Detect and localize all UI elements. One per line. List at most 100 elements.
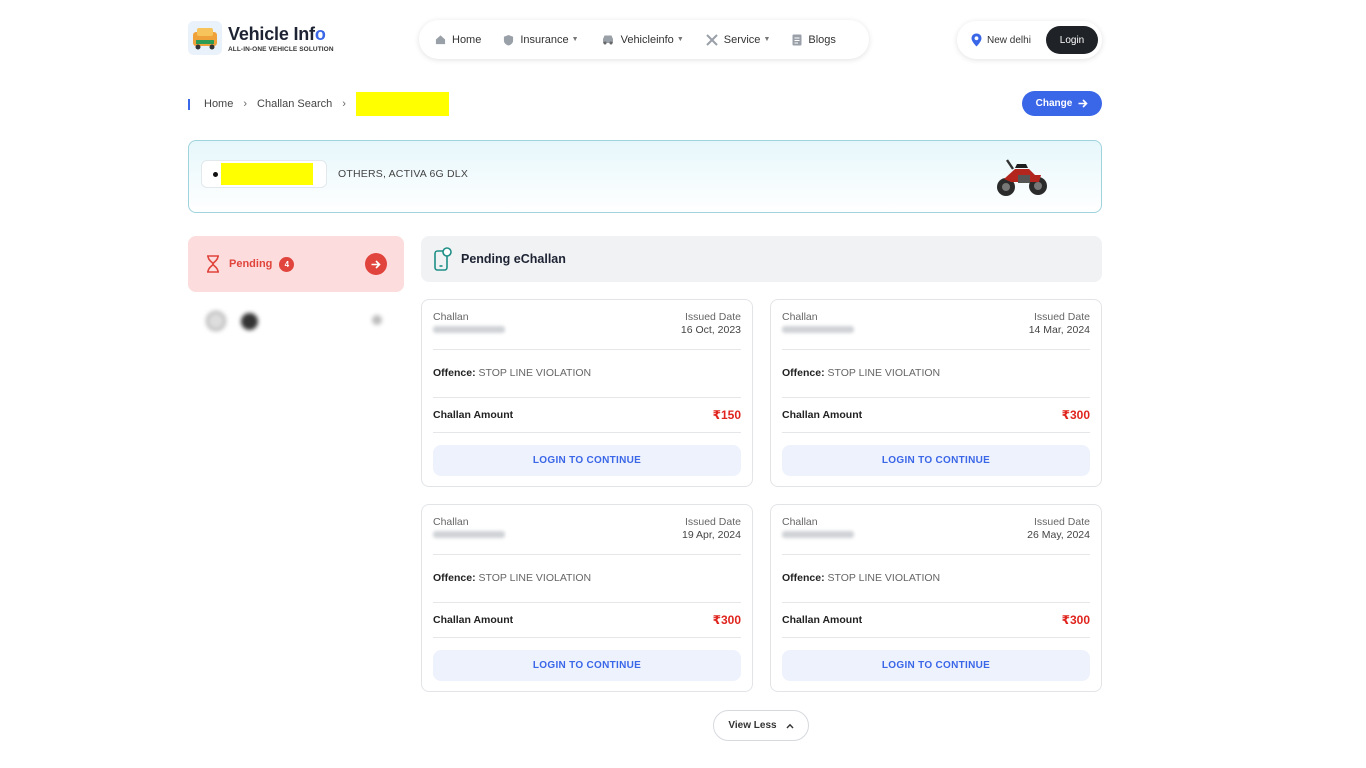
- challan-card: Challan Issued Date 26 May, 2024 Offence…: [770, 504, 1102, 692]
- chevron-right-icon: ›: [342, 98, 346, 110]
- pending-echallan-header: Pending eChallan: [421, 236, 1102, 282]
- chevron-down-icon: ▼: [676, 36, 684, 43]
- motorcycle-icon: [997, 159, 1047, 196]
- divider: [433, 349, 741, 350]
- divider: [433, 554, 741, 555]
- tools-icon: [706, 33, 718, 46]
- vehicle-banner: OTHERS, ACTIVA 6G DLX: [188, 140, 1102, 213]
- challan-card: Challan Issued Date 16 Oct, 2023 Offence…: [421, 299, 753, 487]
- divider: [782, 349, 1090, 350]
- nav-label: Home: [452, 33, 482, 46]
- issued-date-value: 16 Oct, 2023: [680, 324, 741, 336]
- breadcrumb-home[interactable]: Home: [204, 98, 233, 110]
- nav-item-home[interactable]: Home: [435, 34, 481, 46]
- divider: [782, 554, 1090, 555]
- car-logo-icon: [188, 21, 222, 55]
- shield-icon: [504, 34, 514, 45]
- divider: [433, 637, 741, 638]
- paid-count-badge-blurred: [241, 312, 258, 330]
- redacted-vehicle-number: [355, 92, 449, 116]
- vehicle-plate: [201, 160, 327, 188]
- challan-amount-label: Challan Amount: [782, 614, 863, 626]
- chevron-up-icon: [786, 723, 794, 728]
- divider: [782, 397, 1090, 398]
- nav-label: Insurance: [520, 33, 569, 46]
- issued-date-label: Issued Date: [1033, 311, 1090, 323]
- nav-label: Vehicleinfo: [620, 33, 674, 46]
- challan-label: Challan: [782, 516, 818, 528]
- arrow-right-icon[interactable]: [365, 253, 387, 275]
- challan-card: Challan Issued Date 19 Apr, 2024 Offence…: [421, 504, 753, 692]
- challan-amount-value: ₹150: [712, 408, 741, 422]
- challan-number-blurred: [433, 326, 505, 333]
- challan-number-blurred: [782, 531, 854, 538]
- tab-paid-blurred[interactable]: [188, 306, 404, 336]
- location-pin-icon: [971, 33, 982, 47]
- car-icon: [602, 35, 613, 45]
- nav-label: Blogs: [808, 33, 836, 46]
- login-to-continue-button[interactable]: LOGIN TO CONTINUE: [782, 445, 1090, 476]
- hourglass-icon: [207, 255, 219, 273]
- nav-item-vehicleinfo[interactable]: Vehicleinfo ▼: [601, 34, 684, 46]
- challan-number-blurred: [782, 326, 854, 333]
- issued-date-label: Issued Date: [1033, 516, 1090, 528]
- challan-amount-label: Challan Amount: [782, 409, 863, 421]
- challan-amount-value: ₹300: [1061, 408, 1090, 422]
- blog-icon: [792, 34, 802, 45]
- divider: [433, 397, 741, 398]
- offence-row: Offence: STOP LINE VIOLATION: [433, 572, 592, 584]
- chevron-down-icon: ▼: [571, 36, 579, 43]
- pending-count-badge: 4: [279, 256, 295, 272]
- location-city[interactable]: New delhi: [987, 35, 1031, 46]
- arrow-right-icon: [372, 315, 382, 325]
- home-icon: [435, 35, 446, 45]
- offence-row: Offence: STOP LINE VIOLATION: [433, 367, 592, 379]
- chevron-right-icon: ›: [243, 98, 248, 110]
- arrow-right-icon: [1078, 99, 1088, 108]
- offence-row: Offence: STOP LINE VIOLATION: [782, 572, 941, 584]
- vehicle-model: OTHERS, ACTIVA 6G DLX: [338, 168, 469, 180]
- divider: [433, 432, 741, 433]
- nav-item-blogs[interactable]: Blogs: [792, 34, 836, 46]
- issued-date-value: 26 May, 2024: [1027, 529, 1090, 541]
- issued-date-label: Issued Date: [684, 516, 741, 528]
- divider: [782, 602, 1090, 603]
- breadcrumb-challan-search[interactable]: Challan Search: [257, 98, 332, 110]
- brand-tagline: ALL-IN-ONE VEHICLE SOLUTION: [228, 45, 334, 53]
- brand-name: Vehicle Info: [228, 23, 326, 44]
- divider: [782, 637, 1090, 638]
- plate-dot-icon: [213, 171, 218, 177]
- login-button[interactable]: Login: [1046, 26, 1098, 54]
- redacted-plate-number: [221, 163, 313, 185]
- login-to-continue-button[interactable]: LOGIN TO CONTINUE: [782, 650, 1090, 681]
- section-title: Pending eChallan: [461, 252, 566, 266]
- challan-label: Challan: [433, 516, 469, 528]
- change-vehicle-button[interactable]: Change: [1022, 91, 1102, 116]
- breadcrumb: Home › Challan Search ›: [188, 92, 449, 116]
- tab-pending-label: Pending: [229, 258, 273, 270]
- chevron-down-icon: ▼: [763, 36, 771, 43]
- login-to-continue-button[interactable]: LOGIN TO CONTINUE: [433, 650, 741, 681]
- issued-date-value: 14 Mar, 2024: [1028, 324, 1090, 336]
- challan-label: Challan: [782, 311, 818, 323]
- phone-challan-icon: [434, 247, 452, 271]
- divider: [782, 432, 1090, 433]
- nav-label: Service: [723, 33, 761, 46]
- challan-label: Challan: [433, 311, 469, 323]
- paid-status-icon: [206, 311, 226, 331]
- issued-date-label: Issued Date: [684, 311, 741, 323]
- challan-amount-value: ₹300: [712, 613, 741, 627]
- nav-item-insurance[interactable]: Insurance ▼: [503, 33, 579, 46]
- main-nav: Home Insurance ▼ Vehicleinfo ▼ Service ▼ Bl…: [419, 20, 869, 59]
- challan-amount-label: Challan Amount: [433, 409, 514, 421]
- offence-row: Offence: STOP LINE VIOLATION: [782, 367, 941, 379]
- challan-amount-label: Challan Amount: [433, 614, 514, 626]
- challan-card: Challan Issued Date 14 Mar, 2024 Offence…: [770, 299, 1102, 487]
- divider: [433, 602, 741, 603]
- view-less-button[interactable]: View Less: [713, 710, 809, 741]
- tab-pending[interactable]: Pending 4: [188, 236, 404, 292]
- login-to-continue-button[interactable]: LOGIN TO CONTINUE: [433, 445, 741, 476]
- brand-logo[interactable]: Vehicle Info ALL-IN-ONE VEHICLE SOLUTION: [188, 21, 334, 55]
- nav-item-service[interactable]: Service ▼: [706, 33, 771, 46]
- breadcrumb-accent-bar: [188, 98, 190, 110]
